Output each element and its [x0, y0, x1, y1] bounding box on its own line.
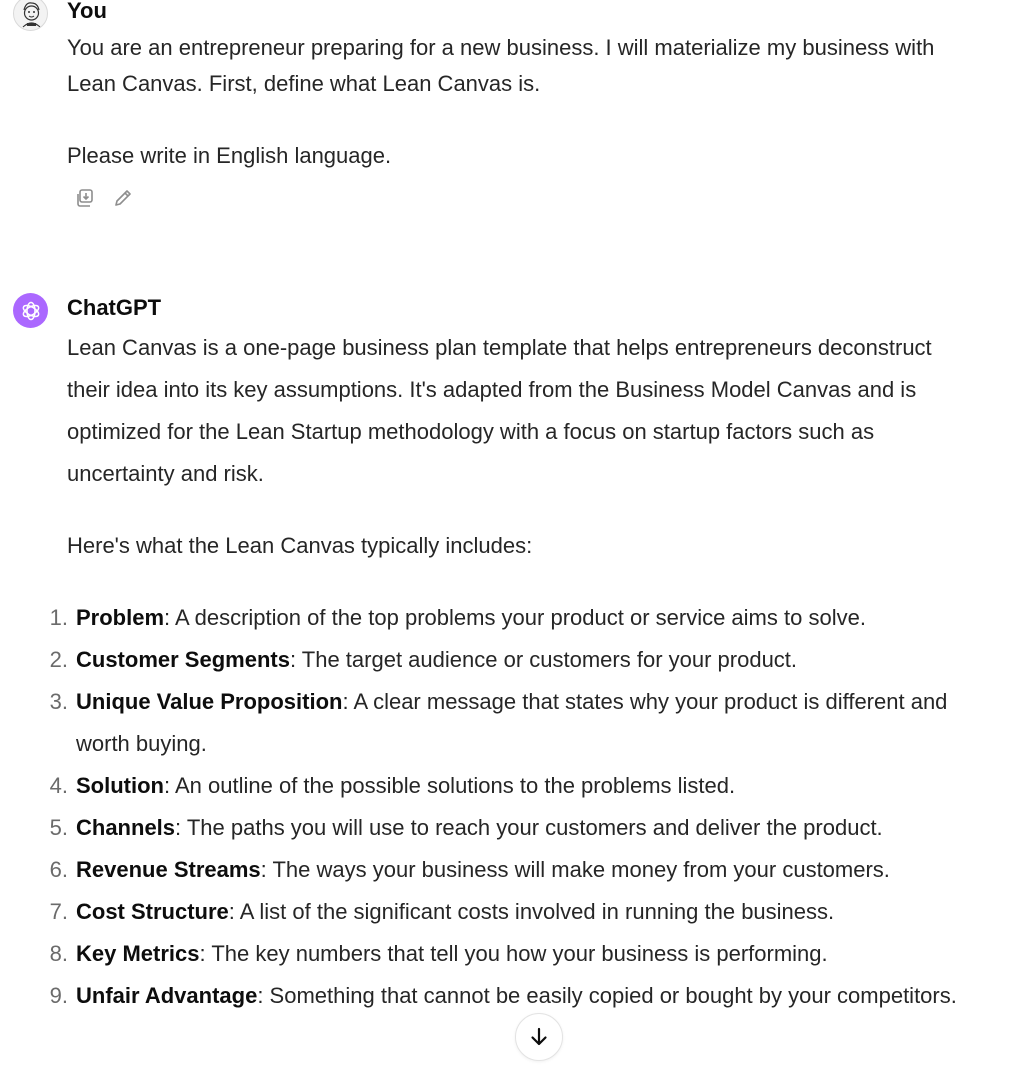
list-description: : The target audience or customers for y… — [289, 647, 798, 672]
list-term: Solution — [76, 773, 164, 798]
list-number: 4. — [49, 773, 68, 798]
list-number: 2. — [49, 647, 68, 672]
list-term: Customer Segments — [76, 647, 290, 672]
user-author-name: You — [67, 0, 107, 23]
assistant-message-text: Lean Canvas is a one-page business plan … — [67, 327, 977, 567]
list-item: 1. Problem: A description of the top prob… — [50, 597, 976, 639]
copy-icon — [77, 189, 93, 207]
list-description: : An outline of the possible solutions t… — [163, 773, 736, 798]
openai-logo-icon — [22, 301, 39, 320]
scroll-to-bottom-button[interactable] — [515, 1013, 563, 1061]
list-item: 5. Channels: The paths you will use to re… — [50, 807, 976, 849]
list-number: 8. — [49, 941, 68, 966]
list-term: Cost Structure — [76, 899, 229, 924]
edit-icon — [115, 190, 131, 206]
list-term: Revenue Streams — [76, 857, 261, 882]
list-description: : A list of the significant costs involv… — [228, 899, 835, 924]
list-description: : The ways your business will make money… — [260, 857, 890, 882]
list-number: 7. — [49, 899, 68, 924]
list-number: 6. — [49, 857, 68, 882]
list-item: 4. Solution: An outline of the possible s… — [50, 765, 976, 807]
list-item: 9. Unfair Advantage: Something that canno… — [50, 975, 976, 1017]
list-item: 3. Unique Value Proposition: A clear mess… — [50, 681, 976, 765]
copy-button[interactable] — [73, 186, 97, 210]
list-term: Problem — [76, 605, 165, 630]
list-number: 3. — [49, 689, 68, 714]
list-term: Key Metrics — [76, 941, 200, 966]
list-description: : The key numbers that tell you how your… — [199, 941, 828, 966]
assistant-author-name: ChatGPT — [67, 295, 162, 320]
list-term: Unfair Advantage — [76, 983, 258, 1008]
assistant-avatar — [13, 293, 48, 328]
list-item: 2. Customer Segments: The target audience… — [50, 639, 976, 681]
edit-button[interactable] — [111, 186, 135, 210]
list-number: 1. — [49, 605, 68, 630]
user-avatar — [13, 0, 48, 31]
assistant-paragraph: Lean Canvas is a one-page business plan … — [67, 335, 932, 486]
arrow-down-icon — [531, 1027, 547, 1046]
assistant-paragraph: Here's what the Lean Canvas typically in… — [67, 533, 533, 558]
list-description: : The paths you will use to reach your c… — [175, 815, 883, 840]
list-item: 7. Cost Structure: A list of the signific… — [50, 891, 976, 933]
user-paragraph: Please write in English language. — [67, 143, 392, 168]
list-item: 8. Key Metrics: The key numbers that tell… — [50, 933, 976, 975]
list-item: 6. Revenue Streams: The ways your busines… — [50, 849, 976, 891]
user-paragraph: You are an entrepreneur preparing for a … — [67, 35, 935, 96]
list-description: : Something that cannot be easily copied… — [257, 983, 957, 1008]
user-message-actions — [73, 186, 135, 210]
list-term: Channels — [76, 815, 176, 840]
list-description: : A description of the top problems your… — [164, 605, 866, 630]
list-number: 9. — [49, 983, 68, 1008]
lean-canvas-list: 1. Problem: A description of the top prob… — [50, 597, 976, 1017]
list-number: 5. — [49, 815, 68, 840]
user-message-text: You are an entrepreneur preparing for a … — [67, 30, 977, 174]
list-term: Unique Value Proposition — [76, 689, 343, 714]
user-avatar-sketch-icon — [22, 2, 41, 28]
